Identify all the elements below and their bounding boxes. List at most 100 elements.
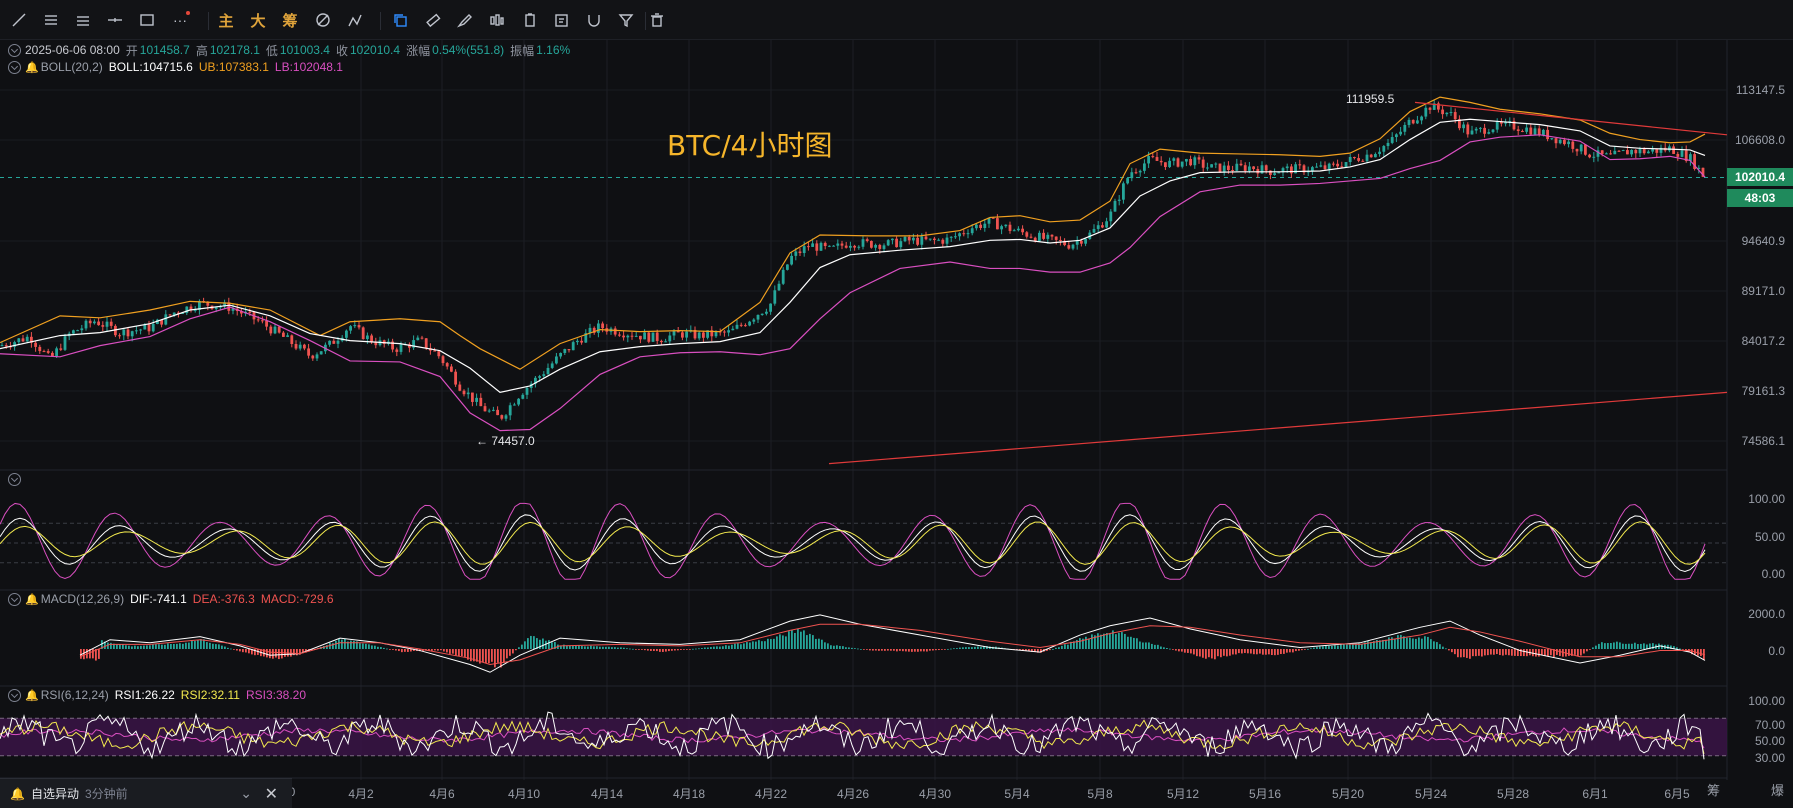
macd-histogram-bar (116, 644, 118, 649)
note-icon[interactable] (552, 10, 572, 30)
eye-icon[interactable] (8, 472, 21, 486)
candle-body (1529, 127, 1533, 135)
price-tick: 84017.2 (1741, 334, 1785, 348)
macd-histogram-bar (809, 633, 811, 649)
macd-histogram-bar (1148, 642, 1150, 649)
candle-body (1470, 130, 1474, 135)
trendline-icon[interactable] (9, 10, 29, 30)
candle-body (1613, 150, 1617, 155)
macd-histogram-bar (767, 638, 769, 649)
fib-icon[interactable] (313, 10, 333, 30)
macd-histogram-bar (1235, 649, 1237, 655)
bell-icon[interactable]: 🔔 (25, 689, 39, 702)
candle-body (983, 223, 987, 229)
candle-body (735, 324, 739, 329)
bell-icon[interactable]: 🔔 (25, 593, 39, 606)
macd-histogram-bar (1415, 638, 1417, 649)
candle-body (907, 236, 911, 241)
candle-body (349, 326, 352, 331)
parallel-lines-icon[interactable] (41, 10, 61, 30)
macd-histogram-bar (770, 639, 772, 649)
bell-icon: 🔔 (10, 786, 25, 801)
eye-icon[interactable] (8, 592, 21, 606)
horizontal-lines-icon[interactable] (73, 10, 93, 30)
rsi-tick: 50.00 (1754, 734, 1785, 748)
candle-body (933, 238, 936, 241)
bell-icon[interactable]: 🔔 (25, 61, 39, 74)
macd-histogram-bar (521, 644, 523, 649)
candle-body (466, 392, 470, 395)
clipboard-icon[interactable] (520, 10, 540, 30)
current-price-tag: 102010.4 (1727, 168, 1793, 186)
close-value: 102010.4 (350, 43, 401, 57)
liquidation-side-tab[interactable]: 爆 (1771, 780, 1784, 799)
eye-icon[interactable] (8, 688, 21, 702)
candle-body (433, 350, 436, 352)
macd-histogram-bar (956, 648, 958, 649)
macd-histogram-bar (1229, 649, 1231, 656)
macd-histogram-bar (1424, 636, 1426, 649)
filter-icon[interactable] (616, 10, 636, 30)
brush-icon[interactable] (455, 10, 475, 30)
rectangle-icon[interactable] (137, 10, 157, 30)
crosshair-line-icon[interactable] (105, 10, 125, 30)
macd-histogram-bar (383, 647, 385, 649)
candle-body (1273, 173, 1276, 175)
macd-histogram-bar (1193, 649, 1195, 655)
macd-histogram-bar (1247, 649, 1249, 654)
macd-histogram-bar (1346, 644, 1348, 649)
macd-histogram-bar (137, 646, 139, 649)
macd-histogram-bar (632, 648, 634, 650)
macd-histogram-bar (1067, 644, 1069, 649)
chevron-down-icon[interactable]: ⌄ (240, 785, 252, 802)
more-icon[interactable]: ··· (170, 10, 190, 30)
macd-histogram-bar (1607, 643, 1609, 649)
macd-histogram-bar (1277, 649, 1279, 655)
macd-histogram-bar (914, 649, 916, 652)
candle-body (1004, 224, 1008, 227)
candle-body (80, 328, 84, 331)
macd-histogram-bar (1262, 649, 1264, 655)
macd-histogram-bar (1304, 649, 1306, 650)
macd-histogram-bar (128, 645, 130, 649)
kdj-tick: 100.00 (1748, 492, 1785, 506)
eye-icon[interactable] (8, 60, 21, 74)
candle-body (1046, 234, 1050, 239)
macd-header: 🔔 MACD(12,26,9) DIF:-741.1 DEA:-376.3 MA… (8, 591, 340, 607)
bars-icon[interactable] (487, 10, 507, 30)
close-icon[interactable]: ✕ (265, 784, 278, 804)
macd-histogram-bar (377, 646, 379, 649)
magnet-icon[interactable] (584, 10, 604, 30)
candle-body (294, 343, 298, 349)
candle-body (538, 376, 541, 378)
macd-histogram-bar (440, 649, 442, 651)
ruler-icon[interactable] (423, 10, 443, 30)
macd-histogram-bar (1682, 649, 1684, 650)
macd-pane (79, 614, 1706, 673)
macd-histogram-bar (713, 646, 715, 649)
candle-body (1248, 166, 1251, 171)
macd-histogram-bar (122, 644, 124, 649)
macd-histogram-bar (1166, 647, 1168, 649)
macd-histogram-bar (962, 647, 964, 649)
pattern-icon[interactable] (345, 10, 365, 30)
macd-histogram-bar (1538, 649, 1540, 657)
candle-body (1449, 112, 1453, 114)
candle-body (832, 245, 835, 247)
chips-button[interactable]: 筹 (280, 10, 300, 30)
chips-side-tab[interactable]: 筹 (1707, 780, 1720, 799)
trash-icon[interactable] (647, 10, 667, 30)
large-order-button[interactable]: 大 (248, 10, 268, 30)
candle-body (1206, 167, 1209, 169)
macd-histogram-bar (917, 649, 919, 652)
candle-body (1017, 228, 1020, 231)
main-indicator-button[interactable]: 主 (216, 10, 236, 30)
macd-histogram-bar (1316, 646, 1318, 649)
macd-histogram-bar (1637, 644, 1639, 649)
watchlist-alert-bar[interactable]: 🔔 自选异动 3分钟前 ⌄ ✕ (0, 778, 292, 808)
copy-icon[interactable] (390, 10, 410, 30)
eye-icon[interactable] (8, 43, 21, 57)
candle-body (72, 330, 75, 334)
x-tick: 4月26 (836, 787, 870, 801)
candle-body (613, 328, 617, 335)
